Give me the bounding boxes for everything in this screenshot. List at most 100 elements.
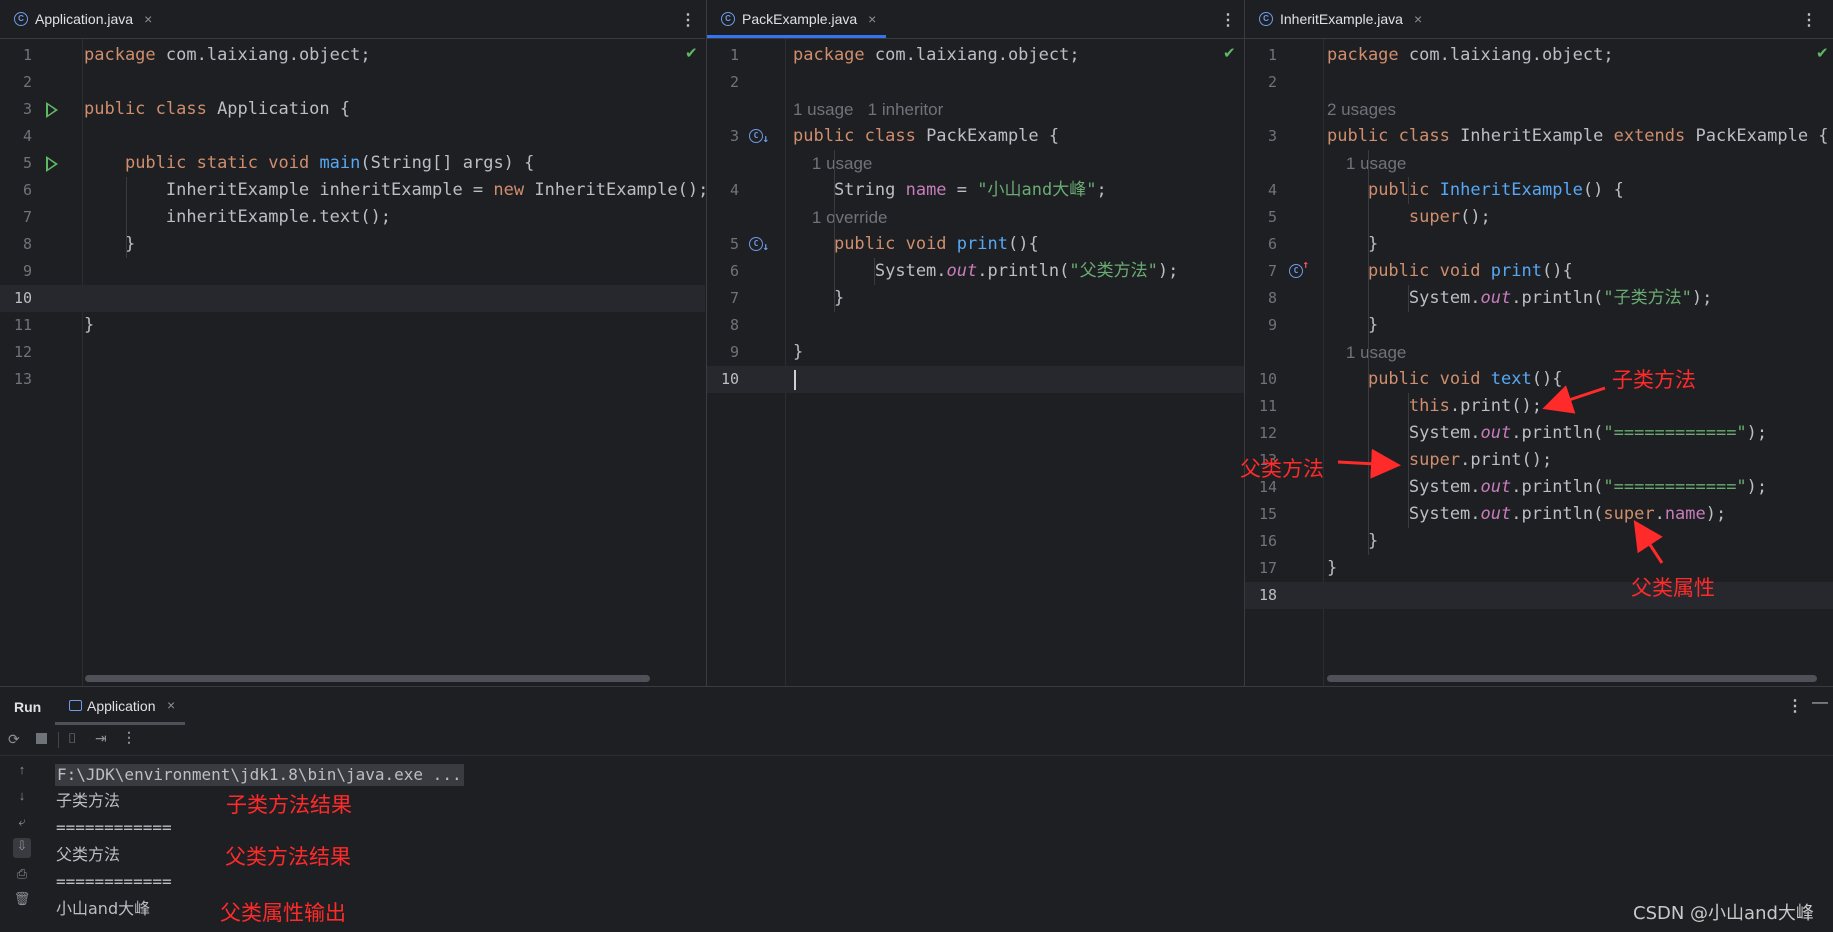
line-number[interactable]: 1 xyxy=(1245,42,1277,69)
code-text[interactable]: } xyxy=(84,231,135,258)
code-line[interactable]: 4 xyxy=(0,123,705,150)
line-number[interactable]: 5 xyxy=(0,150,32,177)
code-line[interactable]: 6 InheritExample inheritExample = new In… xyxy=(0,177,705,204)
line-number[interactable]: 10 xyxy=(0,285,32,312)
code-text[interactable]: public InheritExample() { xyxy=(1327,177,1624,204)
line-number[interactable]: 6 xyxy=(0,177,32,204)
inlay-hint[interactable]: 1 usage xyxy=(1327,150,1407,177)
code-text[interactable]: } xyxy=(1327,231,1378,258)
line-number[interactable]: 3 xyxy=(0,96,32,123)
line-number[interactable]: 4 xyxy=(0,123,32,150)
line-number[interactable]: 18 xyxy=(1245,582,1277,609)
code-line[interactable]: 1 package com.laixiang.object; xyxy=(707,42,1244,69)
code-line[interactable]: 10 xyxy=(707,366,1244,393)
line-number[interactable]: 17 xyxy=(1245,555,1277,582)
line-number[interactable]: 12 xyxy=(1245,420,1277,447)
code-text[interactable]: System.out.println("父类方法"); xyxy=(793,258,1178,285)
code-text[interactable]: System.out.println("子类方法"); xyxy=(1327,285,1712,312)
line-number[interactable]: 11 xyxy=(1245,393,1277,420)
code-line[interactable]: 9 } xyxy=(1245,312,1833,339)
export-icon[interactable]: ⇥ xyxy=(95,730,107,747)
code-text[interactable]: } xyxy=(1327,312,1378,339)
code-line[interactable]: 3 public class Application { xyxy=(0,96,705,123)
line-number[interactable]: 2 xyxy=(1245,69,1277,96)
code-line[interactable]: 1 override xyxy=(707,204,1244,231)
code-line[interactable]: 1 usage 1 inheritor xyxy=(707,96,1244,123)
code-line[interactable]: 14 System.out.println("============"); xyxy=(1245,474,1833,501)
code-line[interactable]: 15 System.out.println(super.name); xyxy=(1245,501,1833,528)
code-line[interactable]: 1 package com.laixiang.object; xyxy=(1245,42,1833,69)
code-text[interactable]: } xyxy=(793,339,803,366)
scroll-to-end-icon[interactable]: ⇩ xyxy=(13,838,31,858)
code-line[interactable]: 8 } xyxy=(0,231,705,258)
code-text[interactable]: public void print(){ xyxy=(793,231,1039,258)
line-number[interactable]: 4 xyxy=(1245,177,1277,204)
line-number[interactable]: 6 xyxy=(1245,231,1277,258)
tab-run-application[interactable]: Application × xyxy=(55,687,185,725)
code-text[interactable]: public class PackExample { xyxy=(793,123,1059,150)
tab-inheritexample-java[interactable]: C InheritExample.java × xyxy=(1245,0,1432,38)
inlay-hint[interactable]: 2 usages xyxy=(1327,96,1396,123)
overrides-method-icon[interactable]: C ↑ xyxy=(1289,259,1309,278)
code-text[interactable]: package com.laixiang.object; xyxy=(84,42,371,69)
line-number[interactable]: 2 xyxy=(0,69,32,96)
code-line[interactable]: 12 xyxy=(0,339,705,366)
code-line[interactable]: 2 usages xyxy=(1245,96,1833,123)
more-options-icon[interactable]: ⋮ xyxy=(1787,696,1803,716)
line-number[interactable]: 13 xyxy=(0,366,32,393)
tab-application-java[interactable]: C Application.java × xyxy=(0,0,162,38)
code-text[interactable]: } xyxy=(84,312,94,339)
line-number[interactable]: 3 xyxy=(1245,123,1277,150)
code-line[interactable]: 5 super(); xyxy=(1245,204,1833,231)
line-number[interactable]: 16 xyxy=(1245,528,1277,555)
code-line[interactable]: 16 } xyxy=(1245,528,1833,555)
more-options-icon[interactable]: ⋮ xyxy=(680,10,696,30)
run-gutter-icon[interactable] xyxy=(46,102,58,118)
code-line[interactable]: 6 System.out.println("父类方法"); xyxy=(707,258,1244,285)
close-icon[interactable]: × xyxy=(1414,11,1422,27)
line-number[interactable]: 8 xyxy=(0,231,32,258)
line-number[interactable]: 7 xyxy=(0,204,32,231)
code-text[interactable]: } xyxy=(1327,555,1337,582)
close-icon[interactable]: × xyxy=(144,11,152,27)
code-line[interactable]: 7 } xyxy=(707,285,1244,312)
more-actions-icon[interactable]: ⋮ xyxy=(122,729,136,746)
code-line[interactable]: 17} xyxy=(1245,555,1833,582)
code-line[interactable]: 1 usage xyxy=(1245,150,1833,177)
code-line[interactable]: 1 usage xyxy=(1245,339,1833,366)
code-line[interactable]: 9} xyxy=(707,339,1244,366)
line-number[interactable]: 4 xyxy=(707,177,739,204)
code-line[interactable]: 1 usage xyxy=(707,150,1244,177)
code-line[interactable]: 12 System.out.println("============"); xyxy=(1245,420,1833,447)
code-line[interactable]: 7 public void print(){C ↑ xyxy=(1245,258,1833,285)
implemented-by-icon[interactable]: C ↓ xyxy=(749,129,769,144)
tab-packexample-java[interactable]: C PackExample.java × xyxy=(707,0,887,38)
horizontal-scrollbar[interactable] xyxy=(85,675,650,682)
code-text[interactable]: package com.laixiang.object; xyxy=(1327,42,1614,69)
scroll-down-icon[interactable]: ↓ xyxy=(13,788,31,803)
inlay-hint[interactable]: 1 usage xyxy=(1327,339,1407,366)
print-icon[interactable]: ⎙ xyxy=(13,866,31,882)
rerun-icon[interactable]: ⟳ xyxy=(8,731,20,748)
code-text[interactable]: String name = "小山and大峰"; xyxy=(793,177,1107,204)
code-line[interactable]: 10 xyxy=(0,285,705,312)
code-text[interactable]: public class Application { xyxy=(84,96,350,123)
run-gutter-icon[interactable] xyxy=(46,156,58,172)
code-text[interactable]: inheritExample.text(); xyxy=(84,204,391,231)
code-text[interactable]: System.out.println(super.name); xyxy=(1327,501,1726,528)
code-line[interactable]: 5 public void print(){C ↓ xyxy=(707,231,1244,258)
code-line[interactable]: 13 super.print(); xyxy=(1245,447,1833,474)
line-number[interactable]: 3 xyxy=(707,123,739,150)
code-text[interactable]: System.out.println("============"); xyxy=(1327,420,1767,447)
line-number[interactable]: 8 xyxy=(1245,285,1277,312)
line-number[interactable]: 15 xyxy=(1245,501,1277,528)
code-text[interactable]: } xyxy=(1327,528,1378,555)
minimize-icon[interactable]: — xyxy=(1812,694,1828,712)
code-text[interactable]: InheritExample inheritExample = new Inhe… xyxy=(84,177,705,204)
code-line[interactable]: 13 xyxy=(0,366,705,393)
code-text[interactable]: public class InheritExample extends Pack… xyxy=(1327,123,1829,150)
inlay-hint[interactable]: 1 usage xyxy=(793,150,873,177)
more-options-icon[interactable]: ⋮ xyxy=(1801,10,1817,30)
code-line[interactable]: 9 xyxy=(0,258,705,285)
line-number[interactable]: 1 xyxy=(707,42,739,69)
